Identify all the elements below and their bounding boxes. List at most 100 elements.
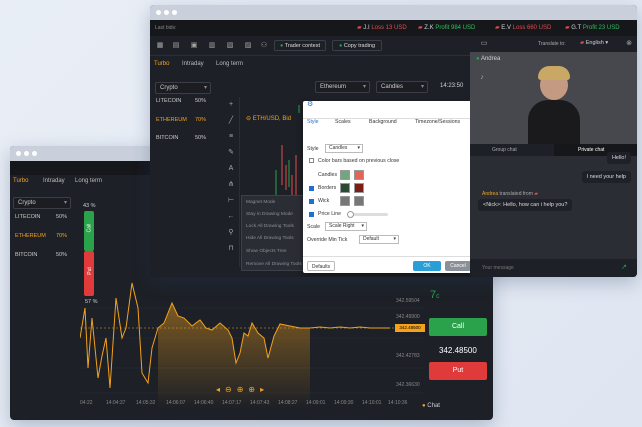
split-icon[interactable]: ▧ — [226, 42, 234, 50]
window-dot — [156, 10, 161, 15]
dialog-tab-timezone[interactable]: Timezone/Sessions — [415, 119, 460, 125]
language-select[interactable]: ▰ English ▾ — [580, 40, 608, 46]
symbol-select[interactable]: Ethereum ▾ — [315, 81, 370, 93]
menu-item-stay-drawing[interactable]: Stay in Drawing Mode — [246, 212, 293, 217]
chart-zoom-controls[interactable]: ◂⊖⊕⊕▸ — [216, 385, 269, 394]
style-select[interactable]: Candles ▾ — [325, 144, 363, 153]
tab-intraday[interactable]: Intraday — [43, 174, 65, 188]
candle-up-swatch[interactable] — [340, 170, 350, 180]
candle-down-swatch[interactable] — [354, 170, 364, 180]
price-line-label: Price Line — [318, 211, 342, 217]
volume-icon[interactable]: ♪ — [478, 74, 486, 82]
put-button[interactable]: Put — [429, 362, 487, 380]
brush-icon[interactable]: ✎ — [227, 149, 235, 157]
close-icon[interactable]: ⊗ — [625, 40, 633, 48]
back-arrow-icon[interactable]: ← — [227, 213, 235, 221]
text-icon[interactable]: A — [227, 165, 235, 173]
time-tick: 14:05:32 — [136, 400, 156, 406]
slider-handle[interactable] — [347, 211, 354, 218]
trendline-icon[interactable]: ╱ — [227, 117, 235, 125]
pattern-icon[interactable]: ⋔ — [227, 181, 235, 189]
dialog-tab-scales[interactable]: Scales — [335, 119, 351, 125]
time-tick: 14:06:07 — [166, 400, 186, 406]
cancel-button[interactable]: Cancel — [445, 261, 471, 271]
menu-item-remove-drawing[interactable]: Remove All Drawing Tools — [246, 262, 302, 267]
asset-row-bitcoin[interactable]: BITCOIN 50% — [15, 252, 67, 258]
asset-row-ethereum[interactable]: ETHEREUM 70% — [15, 233, 67, 239]
borders-label: Borders — [318, 185, 337, 191]
menu-item-magnet-mode[interactable]: Magnet Mode — [246, 200, 275, 205]
grid-icon[interactable]: ▦ — [156, 42, 164, 50]
chat-input-bar: Your message ↗ — [470, 259, 637, 277]
panel-icon[interactable]: ▨ — [244, 42, 252, 50]
asset-row-litecoin[interactable]: LITECOIN 50% — [15, 214, 67, 220]
copy-trading-button[interactable]: ● Copy trading — [332, 40, 382, 51]
tab-turbo[interactable]: Turbo — [154, 57, 169, 71]
user-icon[interactable]: ⚇ — [260, 42, 268, 50]
chevron-down-icon: ▾ — [362, 84, 366, 90]
asset-row-litecoin[interactable]: LITECOIN 50% — [156, 98, 206, 104]
crosshair-icon[interactable]: + — [227, 101, 235, 109]
menu-item-lock-drawing[interactable]: Lock All Drawing Tools — [246, 224, 294, 229]
wick-up-swatch[interactable] — [340, 196, 350, 206]
layout-icon[interactable]: ▥ — [208, 42, 216, 50]
color-bars-checkbox[interactable] — [309, 158, 314, 163]
border-up-swatch[interactable] — [340, 183, 350, 193]
borders-checkbox[interactable] — [309, 186, 314, 191]
select-value: Crypto — [18, 200, 36, 206]
dialog-tab-background[interactable]: Background — [369, 119, 397, 125]
chat-message: I need your help — [581, 171, 631, 183]
ticker-item: ▰ E.V Loss 660 USD — [495, 24, 551, 31]
drawing-toolbar: + ╱ ≡ ✎ A ⋔ ⊢ ← ⚲ ⊓ — [222, 97, 240, 267]
asset-category-select[interactable]: Crypto ▾ — [155, 82, 211, 94]
ticker-name: G.T — [571, 25, 582, 31]
fib-icon[interactable]: ≡ — [227, 133, 235, 141]
tab-long-term[interactable]: Long term — [75, 174, 102, 188]
dialog-tab-style[interactable]: Style — [307, 119, 319, 125]
window-icon[interactable]: ▣ — [190, 42, 198, 50]
video-icon[interactable]: ▭ — [480, 40, 488, 48]
send-icon[interactable]: ↗ — [620, 264, 628, 272]
asset-row-bitcoin[interactable]: BITCOIN 50% — [156, 135, 206, 141]
tab-intraday[interactable]: Intraday — [182, 57, 204, 71]
ticker-name: J.I — [363, 25, 370, 31]
select-value: Crypto — [160, 85, 178, 91]
scale-select[interactable]: Scale Right ▾ — [325, 222, 367, 231]
ticker-item: ▰ G.T Profit 23 USD — [565, 24, 620, 31]
asset-payout: 70% — [194, 117, 206, 123]
tab-long-term[interactable]: Long term — [216, 57, 243, 71]
wick-label: Wick — [318, 198, 330, 204]
measure-icon[interactable]: ⊢ — [227, 197, 235, 205]
wick-down-swatch[interactable] — [354, 196, 364, 206]
ticker-result: Profit 984 USD — [435, 25, 476, 31]
chat-tab[interactable]: ● Chat — [422, 403, 440, 409]
chart-icon[interactable]: ▤ — [172, 42, 180, 50]
menu-item-hide-drawing[interactable]: Hide All Drawing Tools — [246, 236, 294, 241]
tab-label: Group chat — [492, 147, 517, 153]
ok-button[interactable]: OK — [413, 261, 441, 271]
border-down-swatch[interactable] — [354, 183, 364, 193]
defaults-button[interactable]: Defaults — [307, 261, 335, 271]
price-line-checkbox[interactable] — [309, 212, 314, 217]
agent-name: Andrea — [480, 56, 501, 62]
override-select[interactable]: Default ▾ — [359, 235, 399, 244]
trader-contest-button[interactable]: ● Trader contest — [274, 40, 326, 51]
magnet-icon[interactable]: ⊓ — [227, 245, 235, 253]
menu-item-objects-tree[interactable]: Show Objects Tree — [246, 249, 287, 254]
language-value: English — [585, 40, 604, 46]
wick-checkbox[interactable] — [309, 199, 314, 204]
price-line-slider[interactable] — [347, 211, 388, 218]
zoom-icon[interactable]: ⚲ — [227, 229, 235, 237]
time-axis: 04:22 14:04:37 14:05:32 14:06:07 14:06:4… — [80, 400, 410, 408]
chart-type-select[interactable]: Candles ▾ — [376, 81, 428, 93]
group-chat-tab[interactable]: Group chat — [470, 144, 554, 156]
chat-reply: <Nick>: Hello, how can i help you? — [478, 199, 573, 211]
select-value: Scale Right — [329, 223, 355, 229]
time-tick: 14:07:43 — [250, 400, 270, 406]
asset-row-ethereum[interactable]: ETHEREUM 70% — [156, 117, 206, 123]
chat-input[interactable]: Your message — [482, 265, 514, 271]
call-button[interactable]: Call — [429, 318, 487, 336]
tab-turbo[interactable]: Turbo — [13, 174, 28, 188]
flag-icon: ▰ — [495, 25, 500, 31]
asset-category-select[interactable]: Crypto ▾ — [13, 197, 71, 209]
